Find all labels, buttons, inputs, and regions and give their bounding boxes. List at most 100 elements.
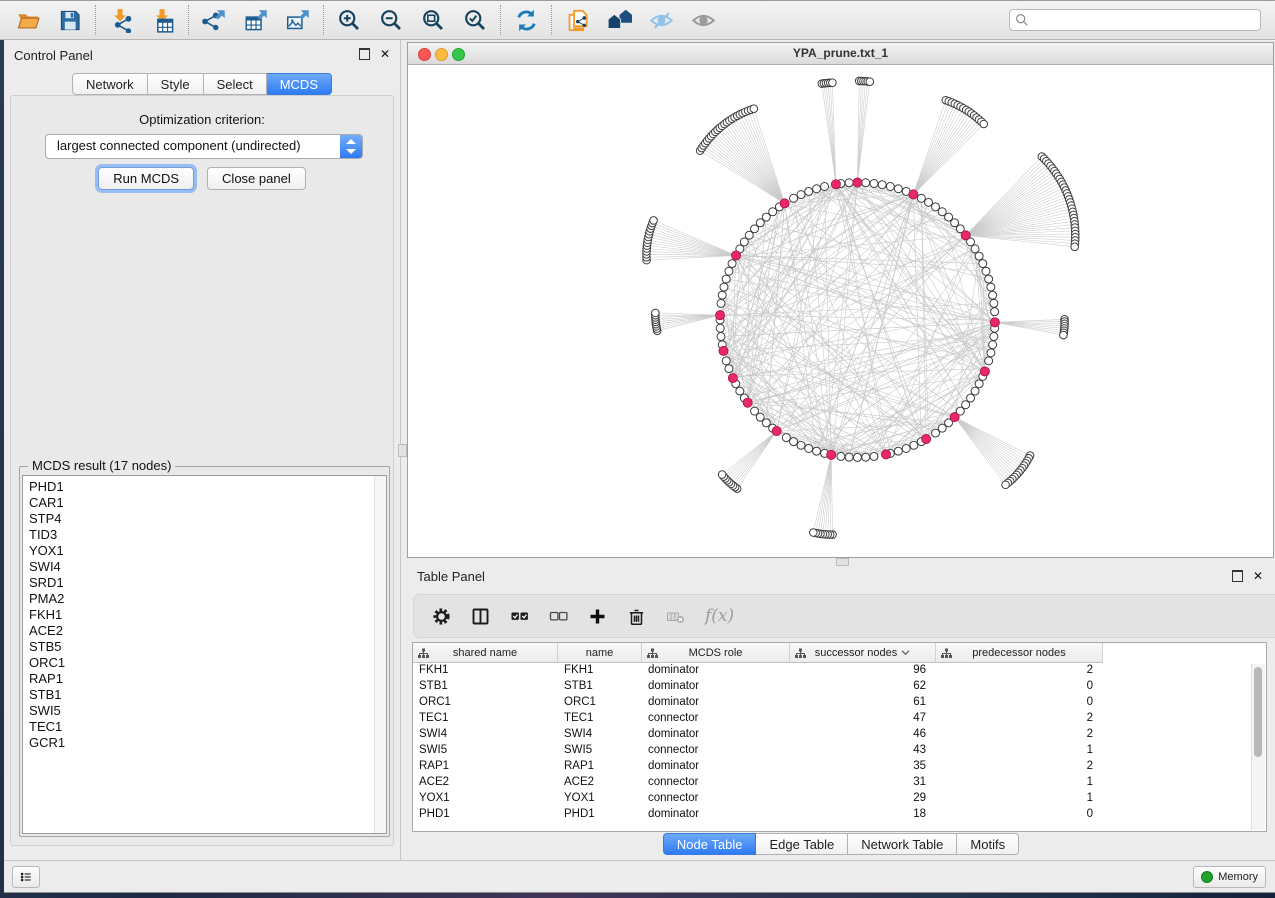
trash-icon[interactable] bbox=[627, 607, 646, 626]
table-tab-edge-table[interactable]: Edge Table bbox=[756, 833, 848, 855]
columns-icon[interactable] bbox=[471, 607, 490, 626]
unselect-all-icon[interactable] bbox=[549, 607, 568, 626]
zoom-fit-icon[interactable] bbox=[415, 4, 451, 36]
tab-style[interactable]: Style bbox=[148, 73, 204, 95]
mcds-result-item[interactable]: ORC1 bbox=[29, 655, 386, 671]
mcds-result-item[interactable]: GCR1 bbox=[29, 735, 386, 751]
vertical-splitter-handle[interactable] bbox=[398, 444, 407, 457]
list-icon bbox=[20, 869, 32, 885]
export-table-icon[interactable] bbox=[238, 4, 274, 36]
search-input[interactable] bbox=[1009, 9, 1261, 31]
close-table-panel-icon[interactable]: ✕ bbox=[1253, 571, 1263, 581]
mcds-result-item[interactable]: SWI4 bbox=[29, 559, 386, 575]
table-cell: 0 bbox=[936, 807, 1103, 823]
table-cell: dominator bbox=[642, 663, 790, 679]
mcds-result-item[interactable]: SRD1 bbox=[29, 575, 386, 591]
mcds-result-list[interactable]: PHD1CAR1STP4TID3YOX1SWI4SRD1PMA2FKH1ACE2… bbox=[22, 475, 387, 834]
mcds-result-item[interactable]: SWI5 bbox=[29, 703, 386, 719]
mcds-result-item[interactable]: CAR1 bbox=[29, 495, 386, 511]
refresh-icon[interactable] bbox=[508, 4, 544, 36]
gear-icon[interactable] bbox=[432, 607, 451, 626]
mcds-result-item[interactable]: ACE2 bbox=[29, 623, 386, 639]
duplicate-network-icon[interactable] bbox=[559, 4, 595, 36]
control-panel-title: Control Panel bbox=[14, 48, 93, 63]
table-tab-motifs[interactable]: Motifs bbox=[957, 833, 1019, 855]
tab-mcds[interactable]: MCDS bbox=[267, 73, 332, 95]
column-header-mcds-role[interactable]: MCDS role bbox=[642, 643, 790, 663]
open-folder-icon[interactable] bbox=[10, 4, 46, 36]
mcds-result-item[interactable]: PMA2 bbox=[29, 591, 386, 607]
table-tab-network-table[interactable]: Network Table bbox=[848, 833, 957, 855]
table-cell: RAP1 bbox=[413, 759, 558, 775]
task-history-button[interactable] bbox=[12, 866, 40, 888]
table-row[interactable]: ORC1ORC1dominator610 bbox=[413, 695, 1266, 711]
memory-button[interactable]: Memory bbox=[1193, 866, 1266, 888]
list-scrollbar[interactable] bbox=[374, 476, 386, 833]
table-cell: 29 bbox=[790, 791, 936, 807]
table-row[interactable]: YOX1YOX1connector291 bbox=[413, 791, 1266, 807]
float-panel-icon[interactable] bbox=[359, 48, 370, 60]
column-header-successor-nodes[interactable]: successor nodes bbox=[790, 643, 936, 663]
export-image-icon[interactable] bbox=[280, 4, 316, 36]
select-all-icon[interactable] bbox=[510, 607, 529, 626]
table-cell: SWI5 bbox=[413, 743, 558, 759]
table-row[interactable]: SWI4SWI4dominator462 bbox=[413, 727, 1266, 743]
table-row[interactable]: PHD1PHD1dominator180 bbox=[413, 807, 1266, 823]
close-panel-button[interactable]: Close panel bbox=[207, 167, 306, 190]
table-cell: SWI4 bbox=[558, 727, 642, 743]
import-network-icon[interactable] bbox=[103, 4, 139, 36]
column-header-name[interactable]: name bbox=[558, 643, 642, 663]
table-row[interactable]: SWI5SWI5connector431 bbox=[413, 743, 1266, 759]
app-window: Control Panel ✕ NetworkStyleSelectMCDS O… bbox=[4, 40, 1275, 893]
table-row[interactable]: FKH1FKH1dominator962 bbox=[413, 663, 1266, 679]
float-table-panel-icon[interactable] bbox=[1232, 570, 1243, 582]
table-row[interactable]: ACE2ACE2connector311 bbox=[413, 775, 1266, 791]
delete-column-icon[interactable] bbox=[666, 607, 685, 626]
mcds-result-item[interactable]: YOX1 bbox=[29, 543, 386, 559]
mcds-result-item[interactable]: STP4 bbox=[29, 511, 386, 527]
table-scrollbar[interactable] bbox=[1251, 664, 1265, 830]
table-cell: 61 bbox=[790, 695, 936, 711]
run-mcds-button[interactable]: Run MCDS bbox=[98, 167, 194, 190]
column-header-predecessor-nodes[interactable]: predecessor nodes bbox=[936, 643, 1103, 663]
mcds-result-item[interactable]: STB5 bbox=[29, 639, 386, 655]
zoom-out-icon[interactable] bbox=[373, 4, 409, 36]
mcds-result-item[interactable]: PHD1 bbox=[29, 479, 386, 495]
zoom-in-icon[interactable] bbox=[331, 4, 367, 36]
network-titlebar: YPA_prune.txt_1 bbox=[408, 43, 1273, 65]
sort-chevron-icon bbox=[901, 650, 910, 656]
criterion-dropdown[interactable]: largest connected component (undirected) bbox=[45, 134, 363, 159]
mcds-result-item[interactable]: RAP1 bbox=[29, 671, 386, 687]
table-cell: YOX1 bbox=[558, 791, 642, 807]
export-network-icon[interactable] bbox=[196, 4, 232, 36]
zoom-selected-icon[interactable] bbox=[457, 4, 493, 36]
mcds-result-item[interactable]: STB1 bbox=[29, 687, 386, 703]
search-icon bbox=[1015, 13, 1029, 27]
import-table-icon[interactable] bbox=[145, 4, 181, 36]
network-canvas[interactable] bbox=[408, 65, 1273, 557]
mcds-result-item[interactable]: TID3 bbox=[29, 527, 386, 543]
table-scrollbar-thumb[interactable] bbox=[1254, 667, 1262, 757]
column-header-shared-name[interactable]: shared name bbox=[413, 643, 558, 663]
table-row[interactable]: RAP1RAP1dominator352 bbox=[413, 759, 1266, 775]
show-eye-icon[interactable] bbox=[685, 4, 721, 36]
save-icon[interactable] bbox=[52, 4, 88, 36]
table-cell: FKH1 bbox=[413, 663, 558, 679]
table-tab-node-table[interactable]: Node Table bbox=[663, 833, 757, 855]
table-cell: PHD1 bbox=[558, 807, 642, 823]
table-cell: 31 bbox=[790, 775, 936, 791]
mcds-result-item[interactable]: TEC1 bbox=[29, 719, 386, 735]
table-cell: 2 bbox=[936, 663, 1103, 679]
tab-network[interactable]: Network bbox=[72, 73, 148, 95]
table-row[interactable]: STB1STB1dominator620 bbox=[413, 679, 1266, 695]
table-cell: FKH1 bbox=[558, 663, 642, 679]
first-neighbors-icon[interactable] bbox=[601, 4, 637, 36]
toolbar-separator bbox=[500, 5, 501, 35]
table-header-row: shared namenameMCDS rolesuccessor nodesp… bbox=[413, 643, 1266, 663]
tab-select[interactable]: Select bbox=[204, 73, 267, 95]
hide-eye-icon[interactable] bbox=[643, 4, 679, 36]
mcds-result-item[interactable]: FKH1 bbox=[29, 607, 386, 623]
table-row[interactable]: TEC1TEC1connector472 bbox=[413, 711, 1266, 727]
plus-icon[interactable] bbox=[588, 607, 607, 626]
close-panel-icon[interactable]: ✕ bbox=[380, 49, 390, 59]
